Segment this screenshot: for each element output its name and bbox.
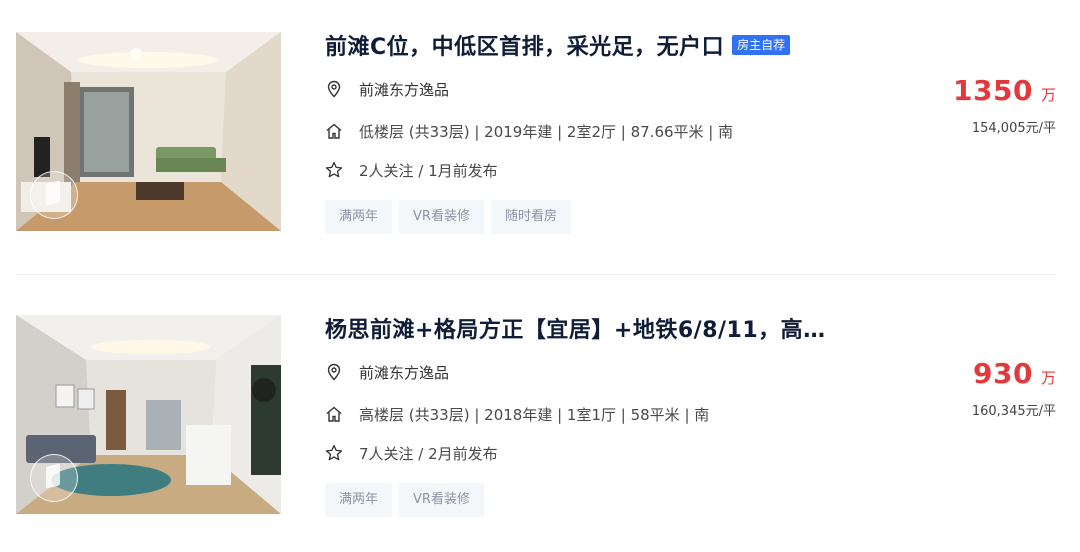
follow-row: 7人关注 / 2月前发布 [325,443,498,463]
house-info: 低楼层 (共33层) | 2019年建 | 2室2厅 | 87.66平米 | 南 [359,122,734,141]
total-price-value: 930 [973,357,1033,390]
vr-icon[interactable] [30,454,78,502]
location-pin-icon [325,80,343,98]
tag-item: 满两年 [325,200,393,234]
listing-info: 杨思前滩+格局方正【宜居】+地铁6/8/11，高… 前滩东方逸品 高楼层 (共3… [325,312,885,517]
follow-info: 2人关注 / 1月前发布 [359,161,498,180]
vr-icon[interactable] [30,171,78,219]
follow-info: 7人关注 / 2月前发布 [359,444,498,463]
tag-item: 满两年 [325,483,393,517]
listing-card: 前滩C位，中低区首排，采光足，无户口 房主自荐 前滩东方逸品 低楼层 (共33层… [16,29,1056,234]
owner-recommend-badge: 房主自荐 [732,35,791,55]
total-price: 930 万 [856,357,1056,390]
community-row: 前滩东方逸品 [325,79,449,99]
house-info-row: 高楼层 (共33层) | 2018年建 | 1室1厅 | 58平米 | 南 [325,404,709,424]
listing-title[interactable]: 前滩C位，中低区首排，采光足，无户口 [325,29,724,61]
listing-card: 杨思前滩+格局方正【宜居】+地铁6/8/11，高… 前滩东方逸品 高楼层 (共3… [16,312,1056,517]
house-info: 高楼层 (共33层) | 2018年建 | 1室1厅 | 58平米 | 南 [359,405,710,424]
total-price-unit: 万 [1040,86,1056,104]
house-icon [325,405,343,423]
tag-item: VR看装修 [399,483,484,517]
house-icon [325,122,343,140]
title-row: 前滩C位，中低区首排，采光足，无户口 房主自荐 [325,29,791,61]
follow-row: 2人关注 / 1月前发布 [325,160,498,180]
community-link[interactable]: 前滩东方逸品 [359,79,449,100]
total-price: 1350 万 [856,74,1056,107]
listing-photo[interactable] [16,315,281,514]
unit-price: 154,005元/平 [971,121,1056,136]
total-price-unit: 万 [1040,369,1056,387]
price-block: 930 万 160,345元/平 [856,357,1056,419]
unit-price: 160,345元/平 [971,404,1056,419]
tag-item: 随时看房 [490,200,571,234]
title-row: 杨思前滩+格局方正【宜居】+地铁6/8/11，高… [325,312,826,344]
star-icon [325,161,343,179]
star-icon [325,444,343,462]
tag-list: 满两年 VR看装修 [325,483,491,517]
price-block: 1350 万 154,005元/平 [856,74,1056,136]
divider [16,274,1056,275]
listing-title[interactable]: 杨思前滩+格局方正【宜居】+地铁6/8/11，高… [325,312,826,344]
house-info-row: 低楼层 (共33层) | 2019年建 | 2室2厅 | 87.66平米 | 南 [325,121,733,141]
community-link[interactable]: 前滩东方逸品 [359,362,449,383]
listing-photo[interactable] [16,32,281,231]
tag-list: 满两年 VR看装修 随时看房 [325,200,578,234]
tag-item: VR看装修 [399,200,484,234]
listing-list: 前滩C位，中低区首排，采光足，无户口 房主自荐 前滩东方逸品 低楼层 (共33层… [0,0,1080,552]
location-pin-icon [325,363,343,381]
total-price-value: 1350 [953,74,1033,107]
listing-info: 前滩C位，中低区首排，采光足，无户口 房主自荐 前滩东方逸品 低楼层 (共33层… [325,29,885,234]
community-row: 前滩东方逸品 [325,362,449,382]
